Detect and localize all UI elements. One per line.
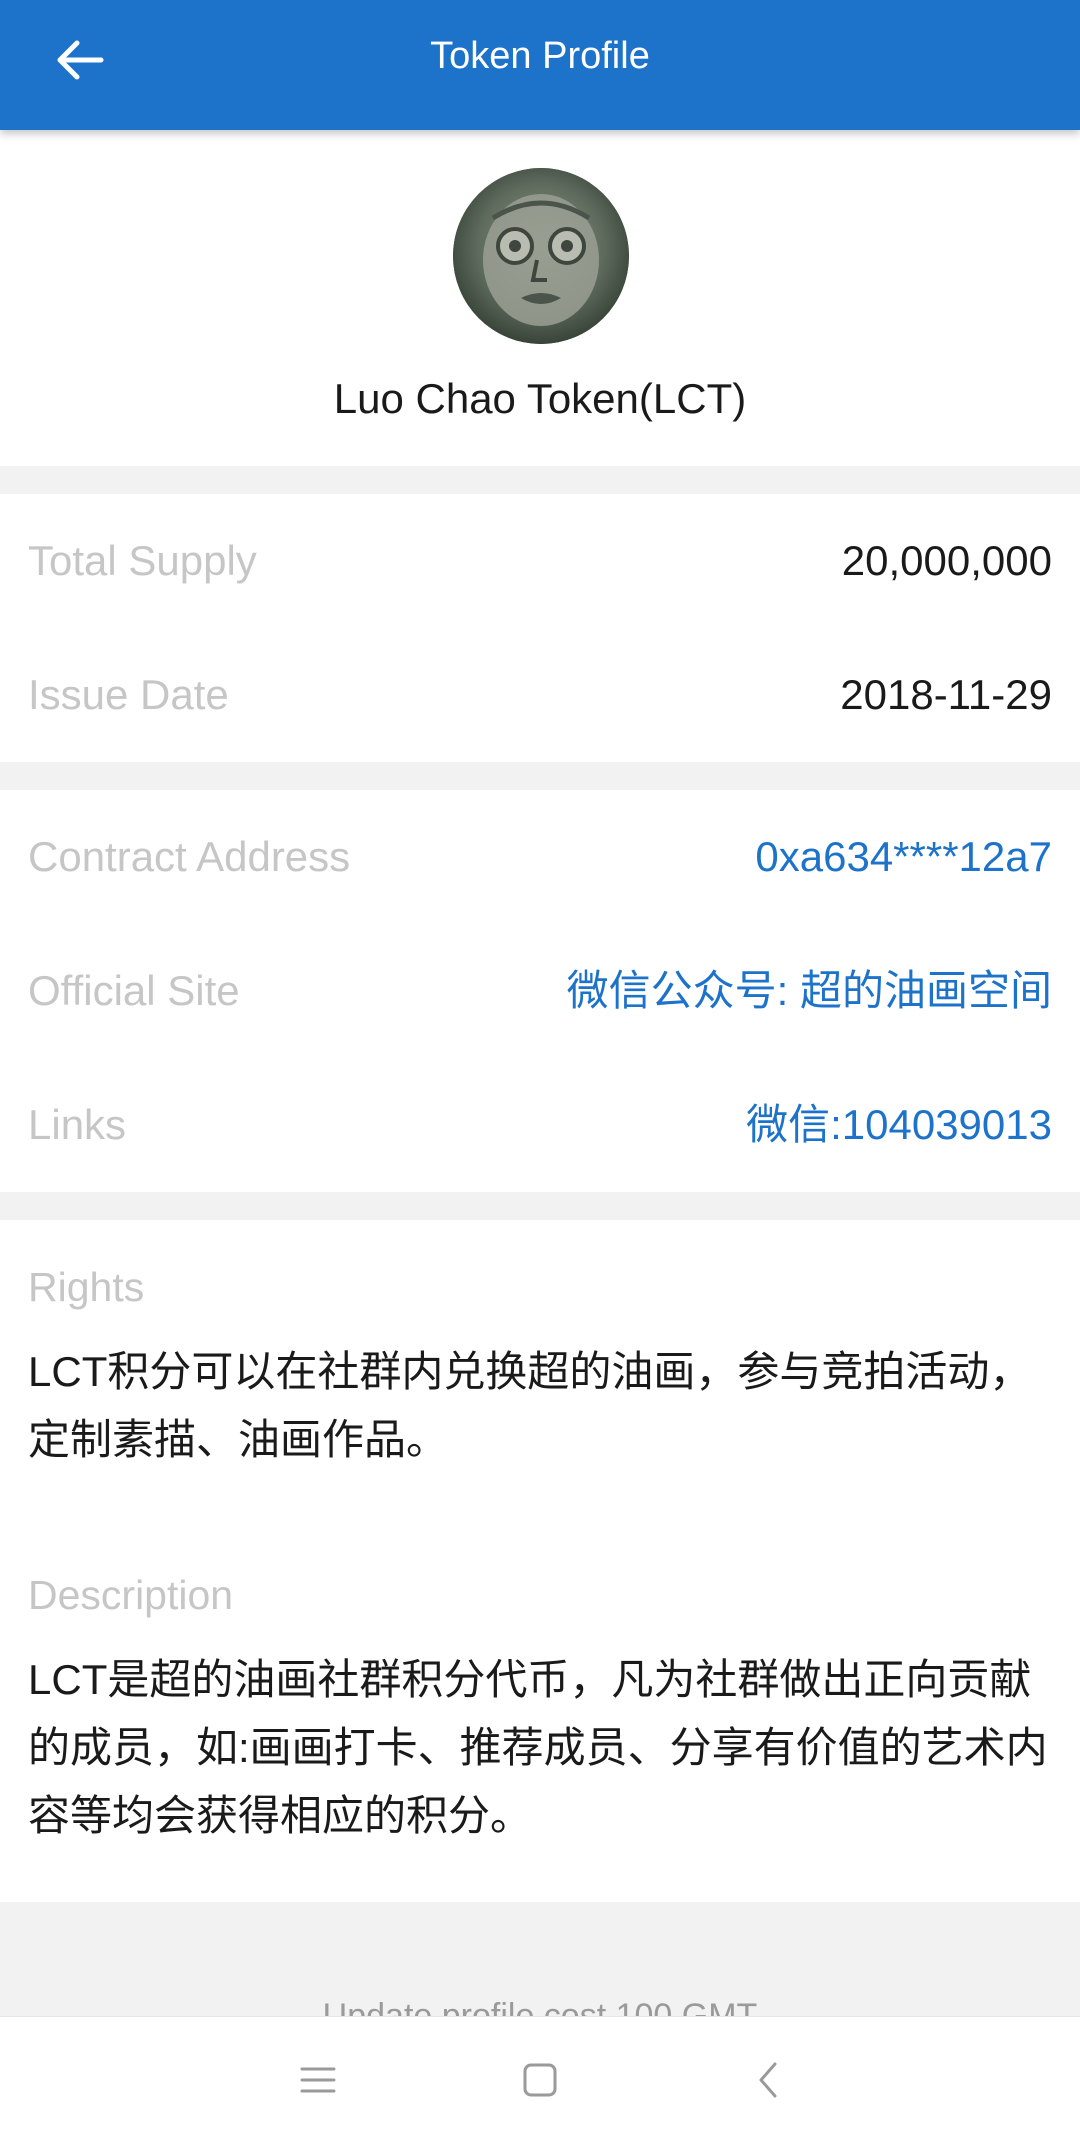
contract-address-link[interactable]: 0xa634****12a7 (755, 790, 1052, 924)
issue-date-row: Issue Date 2018-11-29 (0, 628, 1080, 762)
issue-date-label: Issue Date (28, 671, 229, 718)
issue-date-value: 2018-11-29 (840, 671, 1052, 718)
details-card: Rights LCT积分可以在社群内兑换超的油画，参与竞拍活动，定制素描、油画作… (0, 1220, 1080, 1902)
system-back-button[interactable] (728, 2047, 808, 2117)
contact-info-card: Contract Address 0xa634****12a7 Official… (0, 790, 1080, 1192)
chevron-left-icon (756, 2061, 780, 2104)
total-supply-label: Total Supply (28, 537, 257, 584)
rights-text: LCT积分可以在社群内兑换超的油画，参与竞拍活动，定制素描、油画作品。 (28, 1348, 1032, 1463)
rights-label: Rights (28, 1264, 145, 1310)
contract-address-row: Contract Address 0xa634****12a7 (0, 790, 1080, 924)
contract-address-label: Contract Address (28, 833, 351, 880)
official-site-label: Official Site (28, 967, 240, 1014)
links-link[interactable]: 微信:104039013 (746, 1058, 1052, 1192)
links-row: Links 微信:104039013 (0, 1058, 1080, 1192)
system-nav-bar (0, 2016, 1080, 2148)
token-logo (453, 168, 629, 344)
description-text: LCT是超的油画社群积分代币，凡为社群做出正向贡献的成员，如:画画打卡、推荐成员… (28, 1656, 1048, 1839)
menu-button[interactable] (278, 2047, 358, 2117)
home-button[interactable] (500, 2047, 580, 2117)
home-square-icon (522, 2062, 558, 2103)
menu-icon (300, 2065, 336, 2100)
total-supply-value: 20,000,000 (841, 537, 1052, 584)
page-title: Token Profile (430, 35, 650, 77)
official-site-row: Official Site 微信公众号: 超的油画空间 (0, 924, 1080, 1058)
token-name: Luo Chao Token(LCT) (333, 375, 747, 422)
links-label: Links (28, 1101, 127, 1148)
description-label: Description (28, 1572, 234, 1618)
official-site-link[interactable]: 微信公众号: 超的油画空间 (567, 924, 1052, 1058)
token-header: Luo Chao Token(LCT) (0, 130, 1080, 466)
app-bar: Token Profile (0, 0, 1080, 130)
basic-info-card: Total Supply 20,000,000 Issue Date 2018-… (0, 494, 1080, 762)
total-supply-row: Total Supply 20,000,000 (0, 494, 1080, 628)
